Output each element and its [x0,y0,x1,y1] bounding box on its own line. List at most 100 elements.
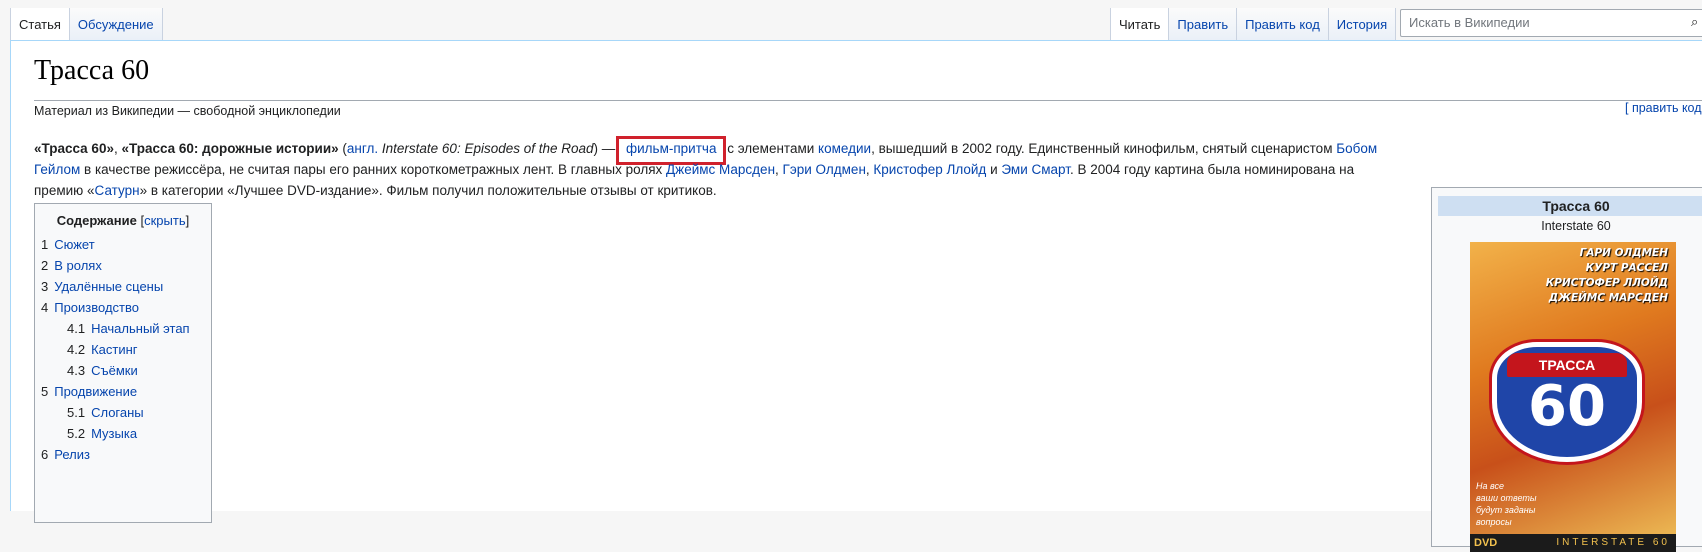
poster-cast: ГАРИ ОЛДМЕН КУРТ РАССЕЛ КРИСТОФЕР ЛЛОЙД … [1546,246,1668,306]
lead-text: ( [338,141,347,156]
toc-title: Содержание [56,213,137,228]
toc-item[interactable]: 1 Сюжет [35,234,211,255]
movie-poster[interactable]: ГАРИ ОЛДМЕН КУРТ РАССЕЛ КРИСТОФЕР ЛЛОЙД … [1470,242,1676,552]
search-icon[interactable]: ⌕ [1691,14,1698,30]
poster-tagline-line: будут заданы [1476,505,1536,515]
toc-item-number: 3 [41,279,49,294]
title-bold-2: «Трасса 60: дорожные истории» [121,141,339,156]
infobox-title: Трасса 60 [1438,196,1702,216]
toc-item-link[interactable]: Музыка [91,426,137,441]
infobox-subtitle: Interstate 60 [1541,219,1611,233]
toc-item-number: 2 [41,258,49,273]
dvd-logo: DVD [1474,537,1498,549]
tab-read[interactable]: Читать [1110,8,1170,40]
toc-item-link[interactable]: В ролях [54,258,102,273]
link-saturn[interactable]: Сатурн [95,183,140,198]
lead-text: , [775,162,783,177]
tab-read-label: Читать [1119,17,1161,32]
toc-item-number: 4.3 [67,363,86,378]
toc-item-number: 4.2 [67,342,86,357]
toc-item[interactable]: 3 Удалённые сцены [35,276,211,297]
poster-tagline-line: На все [1476,481,1505,491]
toc-item-link[interactable]: Сюжет [54,237,94,252]
link-comedy[interactable]: комедии [818,141,871,156]
tab-article-label: Статья [19,17,61,32]
toc-item-number: 1 [41,237,49,252]
tab-edit-label: Править [1177,17,1229,32]
shield-number: 60 [1528,374,1606,439]
lead-text: » в категории «Лучшее DVD-издание». Филь… [139,183,717,198]
poster-tagline: На все ваши ответы будут заданы вопросы [1476,480,1537,528]
toc-item[interactable]: 5.1 Слоганы [35,402,211,423]
toc-item[interactable]: 5 Продвижение [35,381,211,402]
infobox: Трасса 60 Interstate 60 ГАРИ ОЛДМЕН КУРТ… [1431,187,1702,552]
table-of-contents: Содержание [скрыть] 1 Сюжет 2 В ролях 3 Удалё… [34,203,212,523]
search-input[interactable]: Искать в Википедии [1400,9,1702,37]
poster-tagline-line: вопросы [1476,517,1512,527]
content-area: Трасса 60 Материал из Википедии — свобод… [10,40,1702,552]
page-title: Трасса 60 [34,55,150,86]
toc-item-link[interactable]: Слоганы [91,405,144,420]
namespace-tabs: Статья Обсуждение [10,8,163,40]
toc-item-link[interactable]: Начальный этап [91,321,190,336]
link-english[interactable]: англ. [347,141,378,156]
poster-cast-name: КРИСТОФЕР ЛЛОЙД [1545,277,1668,289]
interstate-shield: ТРАССА 60 [1492,342,1642,462]
tab-edit-source-label: Править код [1245,17,1320,32]
poster-footer: DVD INTERSTATE 60 [1470,534,1676,552]
bracket: ] [185,213,190,228]
toc-item-link[interactable]: Съёмки [91,363,138,378]
toc-item-number: 4 [41,300,49,315]
toc-toggle[interactable]: [скрыть] [140,213,189,228]
tab-article[interactable]: Статья [10,8,70,40]
lead-text: с элементами [723,141,819,156]
toc-header: Содержание [скрыть] [35,213,211,228]
lead-text: , вышедший в 2002 году. Единственный кин… [871,141,1337,156]
toc-list: 1 Сюжет 2 В ролях 3 Удалённые сцены 4 Производс… [35,234,211,465]
tab-history-label: История [1336,17,1388,32]
link-parable-film[interactable]: фильм-притча [616,136,727,165]
toc-item[interactable]: 4.1 Начальный этап [35,318,211,339]
toc-item-number: 5.1 [67,405,86,420]
poster-tagline-line: ваши ответы [1476,493,1537,503]
toc-item-number: 5 [41,384,49,399]
toc-item[interactable]: 2 В ролях [35,255,211,276]
poster-cast-name: ГАРИ ОЛДМЕН [1579,247,1668,259]
toc-item[interactable]: 5.2 Музыка [35,423,211,444]
view-tabs: Читать Править Править код История [1110,8,1397,40]
edit-section-link[interactable]: [ править код ] [1625,101,1702,115]
toc-item[interactable]: 4 Производство [35,297,211,318]
poster-cast-name: КУРТ РАССЕЛ [1585,262,1668,274]
toc-item[interactable]: 4.3 Съёмки [35,360,211,381]
tab-edit-source[interactable]: Править код [1237,8,1329,40]
tab-discussion[interactable]: Обсуждение [69,8,163,40]
toc-item[interactable]: 4.2 Кастинг [35,339,211,360]
english-title: Interstate 60: Episodes of the Road [378,141,594,156]
link-gary-oldman[interactable]: Гэри Олдмен [783,162,866,177]
toc-item-number: 4.1 [67,321,86,336]
toc-item-link[interactable]: Удалённые сцены [54,279,163,294]
toc-item-number: 6 [41,447,49,462]
toc-item-number: 5.2 [67,426,86,441]
lead-paragraph: «Трасса 60», «Трасса 60: дорожные истори… [34,136,1404,201]
toc-item-link[interactable]: Кастинг [91,342,137,357]
lead-text: и [986,162,1002,177]
link-james-marsden[interactable]: Джеймс Марсден [666,162,775,177]
toc-hide-link[interactable]: скрыть [144,213,186,228]
toc-item-link[interactable]: Продвижение [54,384,137,399]
toc-item-link[interactable]: Релиз [54,447,90,462]
tab-discussion-label: Обсуждение [77,17,154,32]
link-christopher-lloyd[interactable]: Кристофер Ллойд [873,162,986,177]
link-amy-smart[interactable]: Эми Смарт [1001,162,1070,177]
toc-item-link[interactable]: Производство [54,300,139,315]
poster-footer-title: INTERSTATE 60 [1556,537,1670,548]
tab-history[interactable]: История [1328,8,1397,40]
title-bold-1: «Трасса 60» [34,141,114,156]
toc-item[interactable]: 6 Релиз [35,444,211,465]
poster-cast-name: ДЖЕЙМС МАРСДЕН [1548,292,1668,304]
site-tagline: Материал из Википедии — свободной энцикл… [34,104,341,118]
title-divider [34,100,1702,101]
lead-text: в качестве режиссёра, не считая пары его… [80,162,667,177]
search-placeholder: Искать в Википедии [1409,15,1530,30]
tab-edit[interactable]: Править [1169,8,1238,40]
